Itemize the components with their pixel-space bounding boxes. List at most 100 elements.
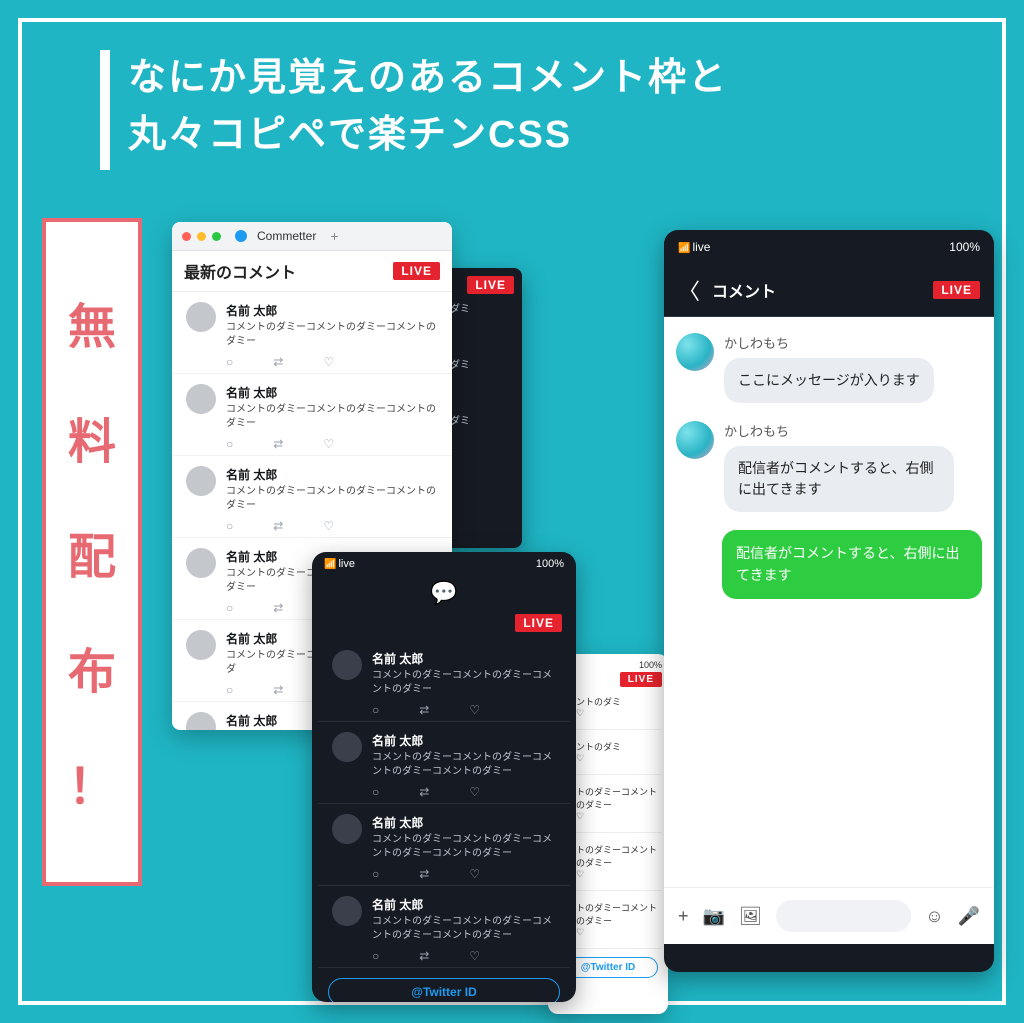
chat-sender-name: かしわもち [724, 421, 982, 440]
battery-label: 100% [536, 558, 564, 570]
comment-author: 名前 太郎 [372, 814, 556, 831]
chat-message-own: 配信者がコメントすると、右側に出てきます [676, 530, 982, 599]
retweet-icon[interactable]: ⇄ [273, 601, 283, 615]
minimize-icon[interactable] [197, 232, 206, 241]
chat-bubble: ここにメッセージが入ります [724, 358, 934, 403]
back-icon[interactable]: 〈 [678, 274, 700, 306]
chat-input-bar: + 📷 🖼 ☺ 🎤 [664, 887, 994, 944]
reply-icon[interactable]: ○ [226, 683, 233, 697]
avatar[interactable] [332, 814, 362, 844]
avatar[interactable] [186, 712, 216, 730]
live-badge: LIVE [620, 672, 662, 687]
retweet-icon[interactable]: ⇄ [273, 519, 283, 533]
comment-row: 名前 太郎 コメントのダミーコメントのダミーコメントのダミーコメントのダミー ○… [318, 804, 570, 886]
camera-icon[interactable]: 📷 [703, 906, 725, 927]
mini-text: ントのダミ♡ [576, 740, 621, 764]
reply-icon[interactable]: ○ [226, 355, 233, 369]
comment-text: コメントのダミーコメントのダミーコメントのダミー [226, 485, 438, 513]
twitter-id-pill[interactable]: @Twitter ID [328, 978, 560, 1002]
tab-icon [235, 230, 247, 242]
avatar[interactable] [676, 421, 714, 459]
comment-row: 名前 太郎 コメントのダミーコメントのダミーコメントのダミーコメントのダミー ○… [318, 886, 570, 968]
avatar[interactable] [186, 384, 216, 414]
maximize-icon[interactable] [212, 232, 221, 241]
phone-header: LIVE [312, 610, 576, 640]
battery-label: 100% [949, 240, 980, 254]
badge-char: ！ [68, 747, 116, 817]
reply-icon[interactable]: ○ [372, 867, 379, 881]
like-icon[interactable]: ♡ [469, 785, 480, 799]
comment-text: コメントのダミーコメントのダミーコメントのダミー [372, 669, 556, 697]
mini-text: ントのダミ♡ [576, 695, 621, 719]
reply-icon[interactable]: ○ [226, 519, 233, 533]
live-badge: LIVE [393, 262, 440, 280]
badge-char: 配 [68, 517, 116, 587]
avatar[interactable] [676, 333, 714, 371]
like-icon[interactable]: ♡ [469, 867, 480, 881]
comment-text: コメントのダミーコメントのダミーコメントのダミー [226, 321, 438, 349]
status-bar: live 100% [664, 230, 994, 264]
heading-text: なにか見覚えのあるコメント枠と 丸々コピペで楽チンCSS [128, 50, 728, 164]
signal-icon: live [678, 240, 710, 254]
smile-icon[interactable]: ☺ [925, 906, 943, 927]
plus-icon[interactable]: + [678, 906, 689, 927]
retweet-icon[interactable]: ⇄ [419, 785, 429, 799]
like-icon[interactable]: ♡ [469, 949, 480, 963]
new-tab-button[interactable]: + [330, 228, 338, 244]
comment-author: 名前 太郎 [226, 302, 438, 319]
avatar[interactable] [332, 896, 362, 926]
like-icon[interactable]: ♡ [323, 437, 334, 451]
chat-body: かしわもち ここにメッセージが入ります かしわもち 配信者がコメントすると、右側… [664, 317, 994, 887]
close-icon[interactable] [182, 232, 191, 241]
like-icon[interactable]: ♡ [323, 519, 334, 533]
comment-author: 名前 太郎 [372, 896, 556, 913]
heading-accent-bar [100, 50, 110, 170]
live-badge: LIVE [515, 614, 562, 632]
comment-text: コメントのダミーコメントのダミーコメントのダミー [226, 403, 438, 431]
comment-row: 名前 太郎 コメントのダミーコメントのダミーコメントのダミー ○ ⇄ ♡ [172, 292, 452, 374]
reply-icon[interactable]: ○ [372, 949, 379, 963]
chat-title: コメント [712, 278, 921, 302]
retweet-icon[interactable]: ⇄ [419, 867, 429, 881]
comment-row: 名前 太郎 コメントのダミーコメントのダミーコメントのダミー ○ ⇄ ♡ [172, 374, 452, 456]
retweet-icon[interactable]: ⇄ [419, 949, 429, 963]
retweet-icon[interactable]: ⇄ [419, 703, 429, 717]
tab-title[interactable]: Commetter [257, 229, 316, 243]
comment-text: コメントのダミーコメントのダミーコメントのダミーコメントのダミー [372, 833, 556, 861]
like-icon[interactable]: ♡ [323, 355, 334, 369]
signal-icon: live [324, 558, 355, 570]
avatar[interactable] [186, 302, 216, 332]
avatar[interactable] [186, 630, 216, 660]
comment-text: コメントのダミーコメントのダミーコメントのダミーコメントのダミー [372, 915, 556, 943]
reply-icon[interactable]: ○ [226, 601, 233, 615]
chat-phone-preview: live 100% 〈 コメント LIVE かしわもち ここにメッセージが入りま… [664, 230, 994, 972]
comment-row: 名前 太郎 コメントのダミーコメントのダミーコメントのダミー ○ ⇄ ♡ [172, 456, 452, 538]
comment-author: 名前 太郎 [372, 650, 556, 667]
reply-icon[interactable]: ○ [372, 703, 379, 717]
reply-icon[interactable]: ○ [372, 785, 379, 799]
retweet-icon[interactable]: ⇄ [273, 437, 283, 451]
avatar[interactable] [186, 466, 216, 496]
retweet-icon[interactable]: ⇄ [273, 355, 283, 369]
reply-icon[interactable]: ○ [226, 437, 233, 451]
mini-text: トのダミーコメントのダミー♡ [576, 843, 662, 880]
free-distribution-badge: 無 料 配 布 ！ [42, 218, 142, 886]
comment-author: 名前 太郎 [372, 732, 556, 749]
avatar[interactable] [332, 732, 362, 762]
badge-char: 無 [68, 287, 116, 357]
chat-sender-name: かしわもち [724, 333, 982, 352]
chat-bubble-own: 配信者がコメントすると、右側に出てきます [722, 530, 982, 599]
dark-comment-list: 名前 太郎 コメントのダミーコメントのダミーコメントのダミー ○ ⇄ ♡ 名前 … [312, 640, 576, 968]
speech-bubble-icon[interactable]: 💬 [430, 580, 457, 606]
avatar[interactable] [332, 650, 362, 680]
avatar[interactable] [186, 548, 216, 578]
like-icon[interactable]: ♡ [469, 703, 480, 717]
chat-message: かしわもち ここにメッセージが入ります [676, 333, 982, 403]
mic-icon[interactable]: 🎤 [958, 906, 980, 927]
mini-text: トのダミーコメントのダミー♡ [576, 901, 662, 938]
heading-line-2: 丸々コピペで楽チンCSS [128, 114, 572, 156]
picture-icon[interactable]: 🖼 [739, 906, 762, 927]
message-input[interactable] [776, 900, 911, 932]
retweet-icon[interactable]: ⇄ [273, 683, 283, 697]
chat-bubble: 配信者がコメントすると、右側に出てきます [724, 446, 954, 512]
